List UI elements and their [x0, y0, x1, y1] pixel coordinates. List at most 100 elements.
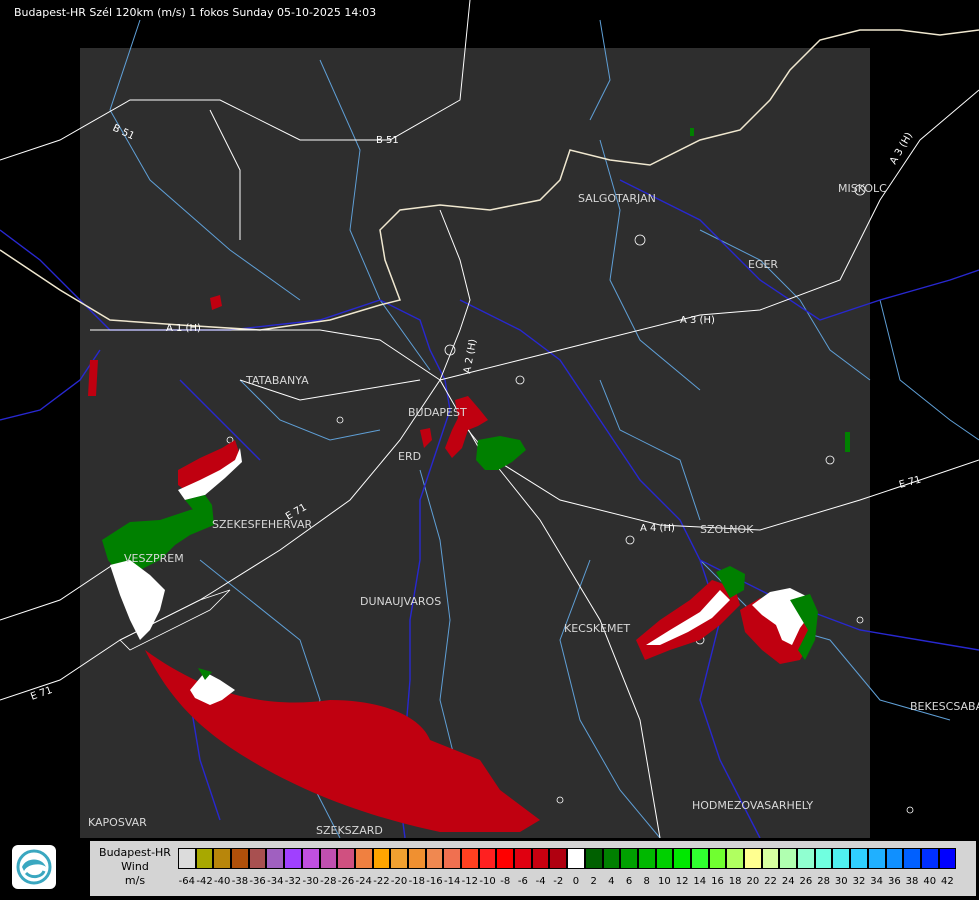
- legend-swatch: [797, 848, 815, 869]
- legend-tick-label: -34: [267, 876, 284, 887]
- radar-map: SALGOTARJAN MISKOLC EGER TATABANYA BUDAP…: [0, 0, 979, 900]
- legend-tick-label: 0: [572, 876, 580, 887]
- legend-swatch: [938, 848, 957, 869]
- legend-tick-label: 38: [905, 876, 919, 887]
- legend-tick-label: -22: [373, 876, 390, 887]
- legend-swatch: [744, 848, 762, 869]
- legend-swatch: [425, 848, 444, 869]
- legend-tick-label: -24: [355, 876, 372, 887]
- road-label: A 4 (H): [640, 523, 675, 534]
- city-label: SZOLNOK: [700, 523, 754, 536]
- legend-tick-label: -40: [214, 876, 231, 887]
- legend-tick-label: -10: [479, 876, 496, 887]
- legend-swatch: [567, 848, 585, 869]
- city-label: EGER: [748, 258, 778, 271]
- legend-swatch: [354, 848, 373, 869]
- legend-tick-label: 36: [887, 876, 901, 887]
- road-label: A 1 (H): [166, 323, 201, 334]
- legend-swatch: [850, 848, 868, 869]
- road-label: A 3 (H): [680, 315, 715, 326]
- city-label: KECSKEMET: [564, 622, 630, 635]
- radar-echo: [845, 432, 850, 452]
- legend-tick-label: 12: [675, 876, 689, 887]
- legend-swatch: [726, 848, 744, 869]
- legend-swatch: [443, 848, 461, 869]
- city-label: HODMEZOVASARHELY: [692, 799, 813, 812]
- legend-tick-label: -2: [553, 876, 564, 887]
- legend-tick-label: -42: [196, 876, 213, 887]
- logo-icon: [12, 845, 56, 889]
- legend-tick-label: -26: [337, 876, 355, 887]
- legend-swatch: [761, 848, 780, 869]
- city-label: SZEKSZARD: [316, 824, 383, 837]
- city-label: MISKOLC: [838, 182, 887, 195]
- legend-tick-label: 24: [781, 876, 795, 887]
- legend-swatch: [390, 848, 408, 869]
- legend-tick-label: 22: [764, 876, 777, 887]
- legend-swatch: [814, 848, 833, 869]
- legend-swatch: [602, 848, 621, 869]
- legend-swatch: [920, 848, 939, 869]
- legend-tick-label: 26: [799, 876, 813, 887]
- legend-tick-label: -36: [249, 876, 266, 887]
- legend-tick-label: -20: [390, 876, 408, 887]
- legend-swatch: [637, 848, 656, 869]
- legend-swatch: [832, 848, 851, 869]
- legend-tick-label: -64: [178, 876, 196, 887]
- legend-swatch: [337, 848, 355, 869]
- legend-tick-label: 6: [625, 876, 633, 887]
- city-label: TATABANYA: [245, 374, 309, 387]
- legend-swatch: [867, 848, 886, 869]
- city-label: SZEKESFEHERVAR: [212, 518, 313, 531]
- legend-swatches: [178, 848, 957, 869]
- city-label: BUDAPEST: [408, 406, 467, 419]
- legend-swatch: [655, 848, 674, 869]
- city-label: DUNAUJVAROS: [360, 595, 441, 608]
- legend-tick-label: -30: [302, 876, 319, 887]
- legend-swatch: [178, 848, 196, 869]
- legend-tick-label: -16: [426, 876, 443, 887]
- legend-swatch: [549, 848, 568, 869]
- legend-tick-label: -18: [408, 876, 425, 887]
- legend-tick-label: -32: [284, 876, 302, 887]
- legend-swatch: [407, 848, 426, 869]
- legend-swatch: [584, 848, 603, 869]
- map-title: Budapest-HR Szél 120km (m/s) 1 fokos Sun…: [14, 6, 377, 19]
- legend-tick-label: 16: [711, 876, 724, 887]
- legend-swatch: [213, 848, 232, 869]
- legend-swatch: [319, 848, 338, 869]
- legend-tick-label: 14: [693, 876, 707, 887]
- legend-tick-label: -38: [231, 876, 249, 887]
- legend-tick-label: 40: [923, 876, 937, 887]
- legend-tick-label: 32: [852, 876, 866, 887]
- legend-swatch: [266, 848, 285, 869]
- legend-tick-label: -28: [320, 876, 337, 887]
- legend-tick-label: 34: [870, 876, 884, 887]
- legend-title: Budapest-HR Wind m/s: [92, 846, 178, 888]
- legend-tick-label: 18: [728, 876, 742, 887]
- legend-swatch: [284, 848, 302, 869]
- city-label: SALGOTARJAN: [578, 192, 656, 205]
- legend-swatch: [779, 848, 798, 869]
- legend-tick-label: 42: [941, 876, 954, 887]
- legend-swatch: [690, 848, 709, 869]
- city-label: VESZPREM: [124, 552, 184, 565]
- legend-swatch: [903, 848, 921, 869]
- legend-tick-label: 8: [643, 876, 650, 887]
- legend-swatch: [620, 848, 638, 869]
- legend-swatch: [885, 848, 904, 869]
- legend-tick-label: -6: [517, 876, 528, 887]
- legend-swatch: [231, 848, 249, 869]
- road-label: B 51: [376, 135, 399, 146]
- legend-title-line: m/s: [124, 874, 146, 887]
- legend-swatch: [478, 848, 497, 869]
- legend-title-line: Wind: [121, 860, 149, 873]
- legend-swatch: [708, 848, 727, 869]
- legend-swatch: [514, 848, 532, 869]
- radar-echo: [690, 128, 694, 136]
- legend-tick-label: 30: [834, 876, 848, 887]
- legend-tick-label: 4: [608, 876, 615, 887]
- legend-swatch: [372, 848, 391, 869]
- legend-title-line: Budapest-HR: [99, 846, 171, 859]
- legend-tick-label: 28: [817, 876, 830, 887]
